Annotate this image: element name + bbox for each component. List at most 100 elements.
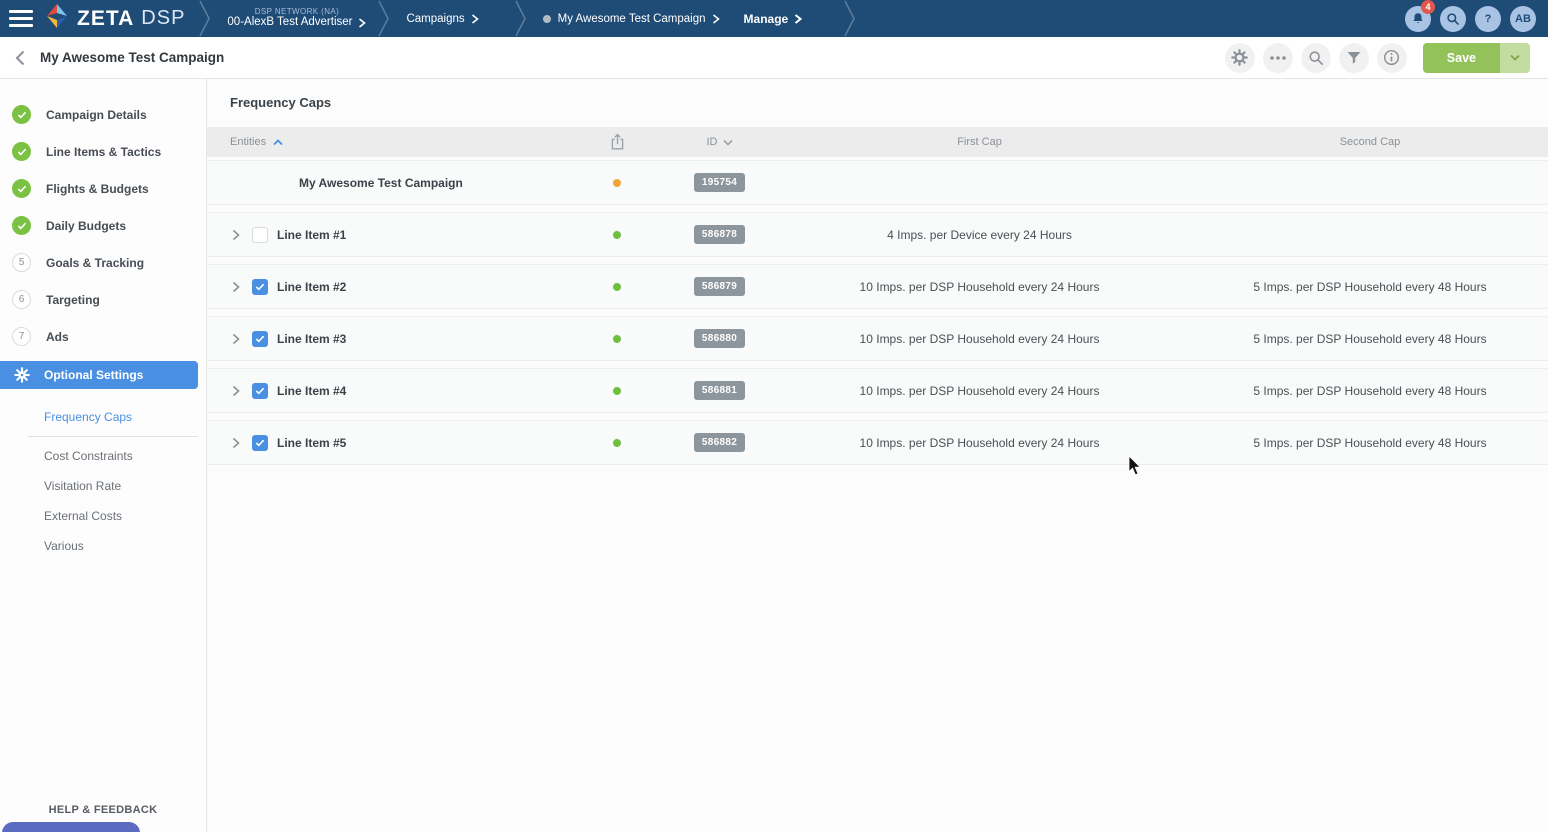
sidebar-step-flights-budgets[interactable]: Flights & Budgets bbox=[0, 170, 206, 207]
sidebar-sub-item-external-costs[interactable]: External Costs bbox=[0, 501, 206, 531]
more-options-button[interactable] bbox=[1263, 43, 1293, 73]
column-header-entities[interactable]: Entities bbox=[207, 136, 562, 148]
first-cap-value: 10 Imps. per DSP Household every 24 Hour… bbox=[767, 280, 1192, 294]
step-label: Goals & Tracking bbox=[46, 256, 144, 270]
settings-button[interactable] bbox=[1225, 43, 1255, 73]
sidebar-step-ads[interactable]: 7 Ads bbox=[0, 318, 206, 355]
row-checkbox[interactable] bbox=[252, 279, 268, 295]
column-header-first-cap[interactable]: First Cap bbox=[767, 136, 1192, 148]
entity-name: My Awesome Test Campaign bbox=[299, 176, 463, 190]
check-icon bbox=[255, 283, 265, 291]
row-checkbox[interactable] bbox=[252, 383, 268, 399]
breadcrumb-separator bbox=[378, 0, 394, 37]
step-label: Flights & Budgets bbox=[46, 182, 149, 196]
sidebar-sub-item-cost-constraints[interactable]: Cost Constraints bbox=[0, 441, 206, 471]
table-row[interactable]: My Awesome Test Campaign 195754 bbox=[207, 160, 1548, 205]
chevron-right-icon bbox=[712, 14, 720, 24]
step-label: Daily Budgets bbox=[46, 219, 126, 233]
share-export-icon bbox=[609, 133, 626, 151]
table-row[interactable]: Line Item #5 586882 10 Imps. per DSP Hou… bbox=[207, 420, 1548, 465]
breadcrumb-campaign[interactable]: My Awesome Test Campaign bbox=[531, 0, 732, 37]
expand-chevron-icon[interactable] bbox=[229, 228, 243, 242]
sidebar-sub-item-frequency-caps[interactable]: Frequency Caps bbox=[0, 402, 206, 432]
first-cap-value: 10 Imps. per DSP Household every 24 Hour… bbox=[767, 332, 1192, 346]
id-badge: 586880 bbox=[694, 329, 745, 348]
notifications-button[interactable]: 4 bbox=[1405, 6, 1431, 32]
chevron-right-icon bbox=[794, 14, 802, 24]
step-number-icon: 5 bbox=[12, 253, 31, 272]
entity-name: Line Item #4 bbox=[277, 384, 346, 398]
check-icon bbox=[255, 387, 265, 395]
first-cap-value: 10 Imps. per DSP Household every 24 Hour… bbox=[767, 436, 1192, 450]
row-checkbox[interactable] bbox=[252, 227, 268, 243]
sidebar-step-campaign-details[interactable]: Campaign Details bbox=[0, 96, 206, 133]
filter-funnel-icon bbox=[1346, 50, 1362, 66]
second-cap-value: 5 Imps. per DSP Household every 48 Hours bbox=[1192, 436, 1548, 450]
global-search-button[interactable] bbox=[1440, 6, 1466, 32]
row-checkbox[interactable] bbox=[252, 435, 268, 451]
table-row[interactable]: Line Item #3 586880 10 Imps. per DSP Hou… bbox=[207, 316, 1548, 361]
expand-chevron-icon[interactable] bbox=[229, 436, 243, 450]
campaigns-label: Campaigns bbox=[406, 13, 464, 25]
sort-ascending-icon bbox=[273, 139, 283, 146]
search-button[interactable] bbox=[1301, 43, 1331, 73]
check-icon bbox=[255, 439, 265, 447]
breadcrumb-advertiser[interactable]: DSP NETWORK (NA) 00-AlexB Test Advertise… bbox=[215, 0, 378, 37]
column-header-second-cap[interactable]: Second Cap bbox=[1192, 136, 1548, 148]
expand-chevron-icon[interactable] bbox=[229, 332, 243, 346]
sidebar-step-line-items-tactics[interactable]: Line Items & Tactics bbox=[0, 133, 206, 170]
sidebar-item-optional-settings[interactable]: Optional Settings bbox=[0, 361, 198, 389]
help-button[interactable]: ? bbox=[1475, 6, 1501, 32]
advertiser-label: 00-AlexB Test Advertiser bbox=[227, 16, 352, 30]
main-content: Frequency Caps Entities ID First Cap Sec… bbox=[207, 79, 1548, 832]
expand-chevron-icon[interactable] bbox=[229, 280, 243, 294]
step-label: Line Items & Tactics bbox=[46, 145, 161, 159]
help-feedback-link[interactable]: HELP & FEEDBACK bbox=[0, 804, 206, 816]
expand-chevron-icon[interactable] bbox=[229, 384, 243, 398]
info-button[interactable] bbox=[1377, 43, 1407, 73]
save-button[interactable]: Save bbox=[1423, 43, 1500, 73]
breadcrumb-manage[interactable]: Manage bbox=[732, 0, 815, 37]
back-button[interactable] bbox=[0, 37, 40, 79]
info-icon bbox=[1383, 49, 1400, 66]
table-row[interactable]: Line Item #4 586881 10 Imps. per DSP Hou… bbox=[207, 368, 1548, 413]
table-row[interactable]: Line Item #1 586878 4 Imps. per Device e… bbox=[207, 212, 1548, 257]
status-dot bbox=[613, 439, 621, 447]
sidebar-step-targeting[interactable]: 6 Targeting bbox=[0, 281, 206, 318]
breadcrumb-campaigns[interactable]: Campaigns bbox=[394, 0, 490, 37]
zeta-logo-icon bbox=[44, 3, 70, 34]
section-title: Frequency Caps bbox=[207, 79, 1548, 127]
save-dropdown-button[interactable] bbox=[1500, 43, 1530, 73]
network-label: DSP NETWORK (NA) bbox=[255, 7, 339, 17]
status-dot bbox=[613, 387, 621, 395]
filter-button[interactable] bbox=[1339, 43, 1369, 73]
sidebar-sub-item-various[interactable]: Various bbox=[0, 531, 206, 561]
step-done-check-icon bbox=[12, 142, 31, 161]
campaign-status-dot bbox=[543, 15, 551, 23]
bell-icon bbox=[1411, 11, 1425, 26]
check-icon bbox=[255, 335, 265, 343]
breadcrumb-separator bbox=[199, 0, 215, 37]
column-header-id[interactable]: ID bbox=[672, 136, 767, 148]
chevron-right-icon bbox=[358, 18, 366, 28]
status-dot bbox=[613, 335, 621, 343]
row-checkbox[interactable] bbox=[252, 331, 268, 347]
column-header-export[interactable] bbox=[562, 133, 672, 151]
user-avatar[interactable]: AB bbox=[1510, 6, 1536, 32]
search-icon bbox=[1446, 12, 1460, 26]
first-cap-value: 10 Imps. per DSP Household every 24 Hour… bbox=[767, 384, 1192, 398]
id-badge: 586878 bbox=[694, 225, 745, 244]
table-row[interactable]: Line Item #2 586879 10 Imps. per DSP Hou… bbox=[207, 264, 1548, 309]
sidebar-sub-item-visitation-rate[interactable]: Visitation Rate bbox=[0, 471, 206, 501]
step-done-check-icon bbox=[12, 105, 31, 124]
table-header: Entities ID First Cap Second Cap bbox=[207, 127, 1548, 157]
entity-name: Line Item #2 bbox=[277, 280, 346, 294]
gear-icon bbox=[14, 367, 30, 383]
sidebar-step-daily-budgets[interactable]: Daily Budgets bbox=[0, 207, 206, 244]
zeta-dsp-logo[interactable]: ZETA DSP bbox=[40, 3, 199, 34]
chat-widget-button[interactable] bbox=[2, 822, 140, 832]
logo-suffix-text: DSP bbox=[141, 7, 185, 30]
sidebar-step-goals-tracking[interactable]: 5 Goals & Tracking bbox=[0, 244, 206, 281]
hamburger-menu-icon[interactable] bbox=[0, 0, 40, 37]
sort-descending-icon bbox=[723, 139, 733, 146]
